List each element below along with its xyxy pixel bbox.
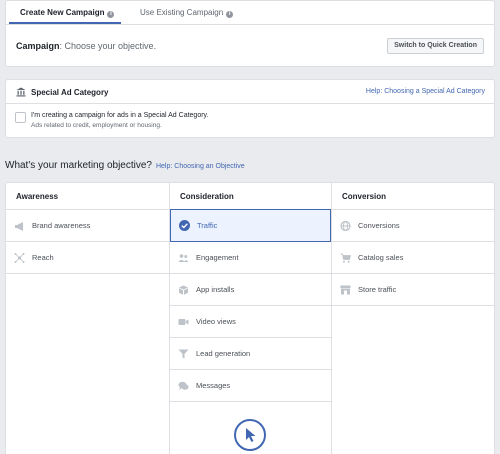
special-ad-title: Special Ad Category	[31, 88, 109, 97]
objective-label: Catalog sales	[358, 253, 404, 262]
campaign-tabs: Create New Campaign i Use Existing Campai…	[6, 1, 494, 25]
funnel-icon	[178, 349, 189, 359]
objective-label: Traffic	[197, 221, 218, 230]
active-tab-indicator	[9, 22, 121, 24]
objective-label: Lead generation	[196, 349, 251, 358]
objective-lead-generation[interactable]: Lead generation	[170, 338, 331, 370]
special-ad-category-card: Special Ad Category Help: Choosing a Spe…	[5, 79, 495, 138]
tab-existing-label: Use Existing Campaign	[140, 8, 224, 17]
special-ad-note: Ads related to credit, employment or hou…	[31, 122, 162, 129]
objective-grid: Awareness Brand awareness Reach Consider…	[5, 182, 495, 454]
info-icon[interactable]: i	[107, 11, 115, 18]
objective-brand-awareness[interactable]: Brand awareness	[6, 210, 169, 242]
objective-label: Conversions	[358, 221, 400, 230]
megaphone-icon	[15, 222, 23, 231]
mouse-pointer-icon	[246, 428, 256, 442]
special-ad-checkbox-label: I'm creating a campaign for ads in a Spe…	[31, 112, 209, 119]
reach-icon	[14, 253, 25, 263]
chat-icon	[178, 381, 189, 390]
objective-heading: What's your marketing objective?	[5, 160, 152, 171]
cursor-indicator	[234, 419, 266, 451]
objective-traffic[interactable]: Traffic	[170, 209, 331, 242]
tab-create-label: Create New Campaign	[20, 8, 105, 17]
campaign-card: Create New Campaign i Use Existing Campai…	[5, 0, 495, 67]
special-ad-header: Special Ad Category Help: Choosing a Spe…	[6, 80, 494, 104]
objective-video-views[interactable]: Video views	[170, 306, 331, 338]
objective-label: Engagement	[196, 253, 239, 262]
column-header: Conversion	[332, 183, 494, 210]
campaign-title-row: Campaign: Choose your objective.	[16, 41, 156, 51]
objective-label: Video views	[196, 317, 236, 326]
bank-icon	[16, 87, 26, 97]
column-conversion: Conversion Conversions Catalog sales Sto…	[332, 183, 494, 454]
column-awareness: Awareness Brand awareness Reach	[6, 183, 169, 454]
column-header: Consideration	[170, 183, 331, 210]
objective-label: Store traffic	[358, 285, 397, 294]
objective-engagement[interactable]: Engagement	[170, 242, 331, 274]
special-ad-checkbox[interactable]	[15, 112, 26, 123]
objective-app-installs[interactable]: App installs	[170, 274, 331, 306]
objective-conversions[interactable]: Conversions	[332, 210, 494, 242]
box-icon	[179, 285, 188, 295]
objective-reach[interactable]: Reach	[6, 242, 169, 274]
check-circle-icon	[179, 220, 190, 231]
store-icon	[340, 285, 351, 295]
column-header: Awareness	[6, 183, 169, 210]
video-icon	[178, 319, 189, 325]
column-consideration: Consideration Traffic Engagement App ins…	[169, 183, 332, 454]
objective-label: App installs	[196, 285, 235, 294]
special-ad-help-link[interactable]: Help: Choosing a Special Ad Category	[366, 88, 485, 95]
campaign-label: Campaign	[16, 41, 60, 51]
objective-heading-row: What's your marketing objective? Help: Ch…	[5, 160, 245, 171]
objective-label: Reach	[32, 253, 54, 262]
objective-help-link[interactable]: Help: Choosing an Objective	[156, 163, 245, 170]
objective-catalog-sales[interactable]: Catalog sales	[332, 242, 494, 274]
switch-to-quick-creation-button[interactable]: Switch to Quick Creation	[387, 38, 484, 54]
tab-use-existing-campaign[interactable]: Use Existing Campaign i	[140, 1, 234, 25]
objective-store-traffic[interactable]: Store traffic	[332, 274, 494, 306]
globe-icon	[340, 221, 351, 231]
objective-messages[interactable]: Messages	[170, 370, 331, 402]
objective-label: Brand awareness	[32, 221, 91, 230]
info-icon[interactable]: i	[226, 11, 234, 18]
cart-icon	[340, 253, 351, 263]
objective-label: Messages	[196, 381, 231, 390]
people-icon	[178, 254, 189, 262]
campaign-subtitle: : Choose your objective.	[59, 41, 157, 51]
